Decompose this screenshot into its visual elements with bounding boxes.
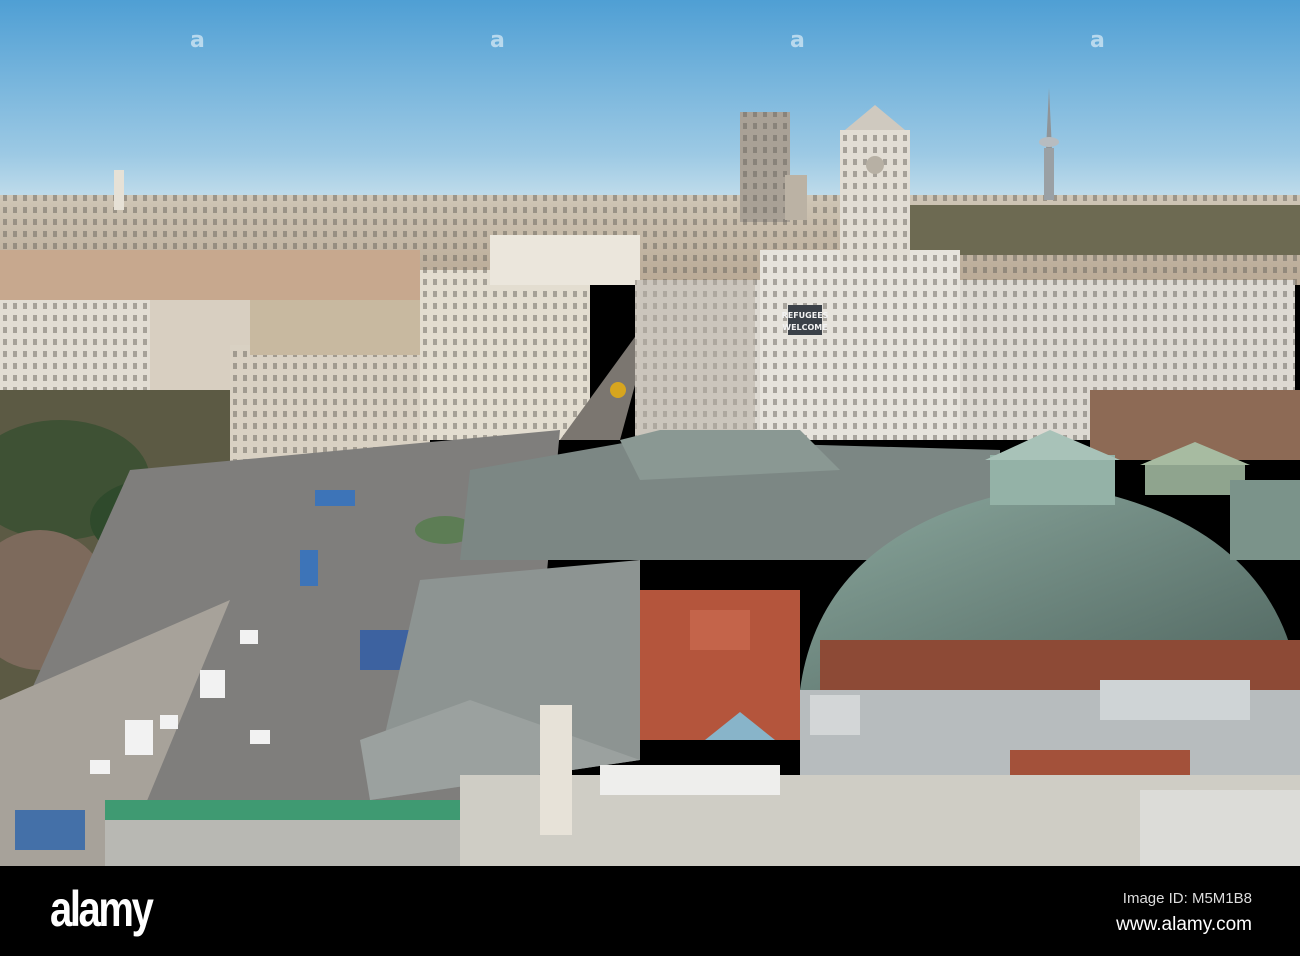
watermark-mark: a — [1090, 28, 1105, 53]
website-link[interactable]: www.alamy.com — [1116, 914, 1252, 936]
watermark-mark: a — [490, 28, 505, 53]
rooftop-machinery — [800, 680, 1300, 780]
scaffolding — [635, 280, 755, 440]
banner-line-2: WELCOME — [782, 323, 827, 332]
alamy-logo: alamy — [50, 881, 154, 937]
image-id: Image ID: M5M1B8 — [1122, 890, 1252, 907]
ac-units — [600, 765, 780, 795]
madrid-cityscape-photo: REFUGEES WELCOME — [0, 0, 1300, 866]
golden-sphere — [610, 382, 626, 398]
banner-line-1: REFUGEES — [782, 311, 829, 320]
watermark-mark: a — [190, 28, 205, 53]
watermark-mark: a — [790, 28, 805, 53]
footer-bar: alamy Image ID: M5M1B8 www.alamy.com — [0, 866, 1300, 956]
chimney — [540, 705, 572, 835]
stock-photo-frame: REFUGEES WELCOME a a a a alamy Image ID:… — [0, 0, 1300, 956]
park-trees — [900, 205, 1300, 255]
